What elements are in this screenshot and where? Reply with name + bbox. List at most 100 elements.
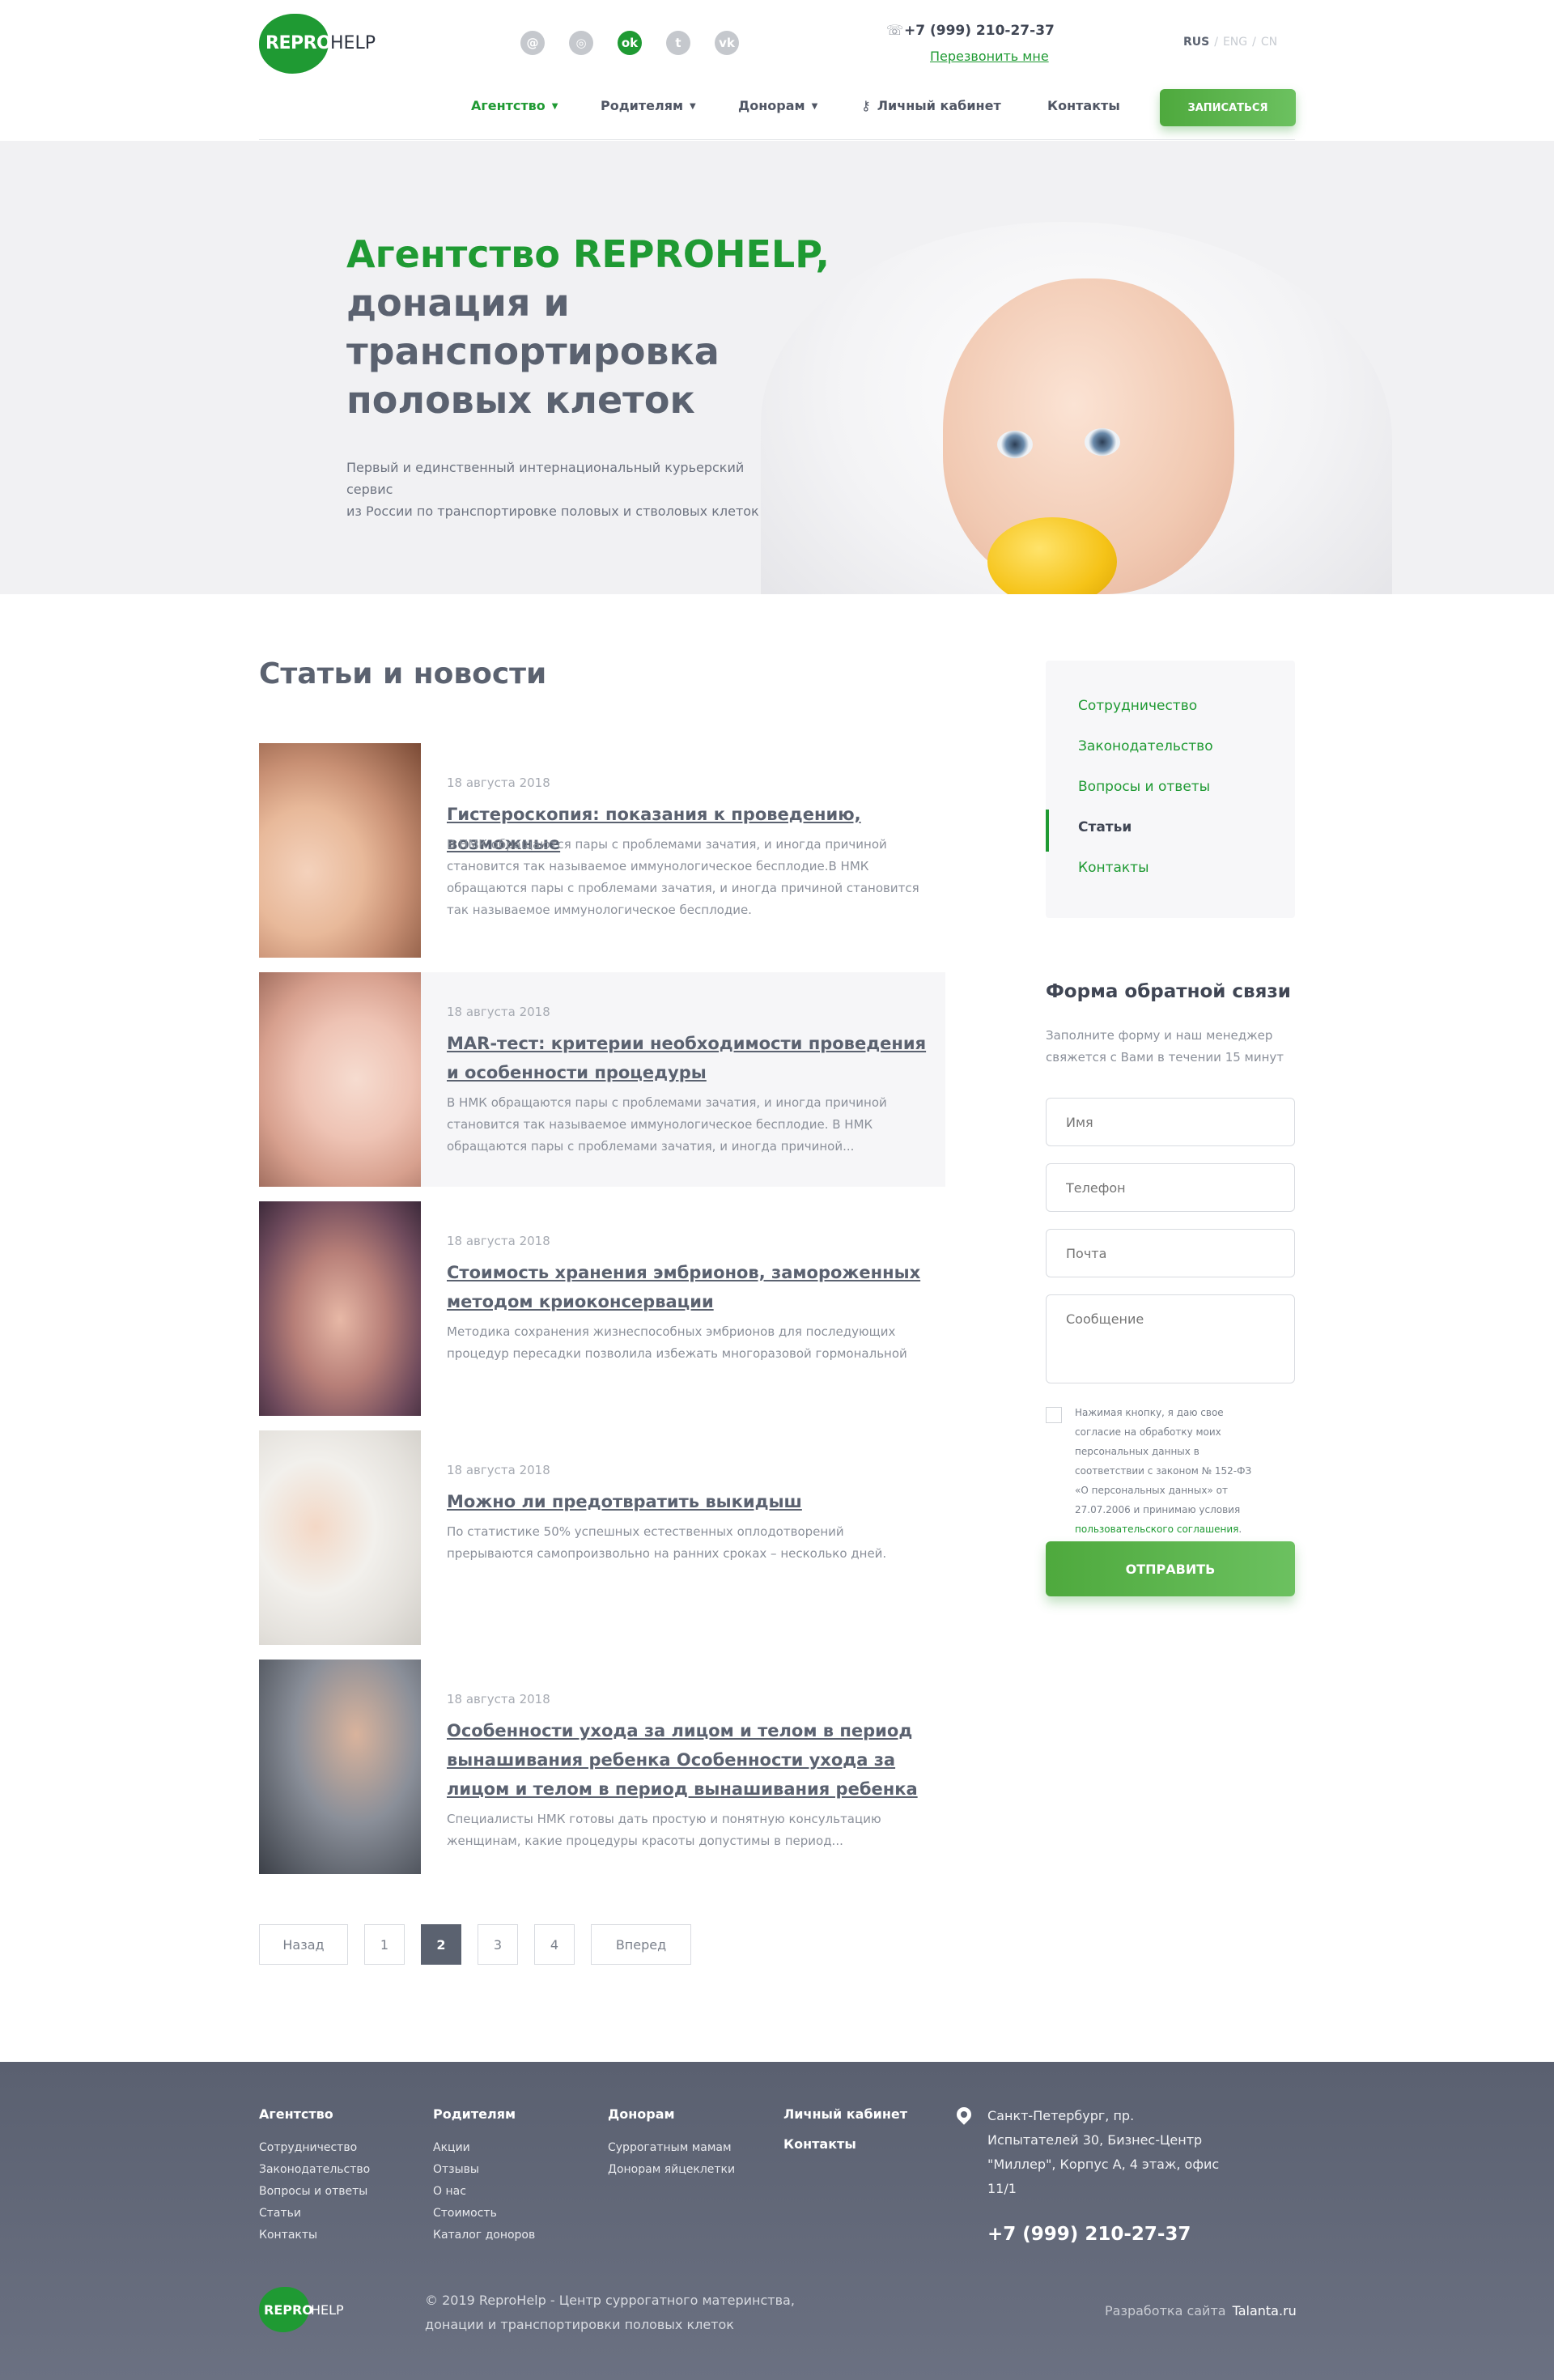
pagination-page-3[interactable]: 3 [478, 1924, 518, 1965]
chevron-down-icon: ▼ [690, 102, 696, 111]
footer-col-parents-title[interactable]: Родителям [433, 2106, 516, 2122]
hero-subtitle: Первый и единственный интернациональный … [346, 457, 783, 522]
sidebar-item-legislation[interactable]: Законодательство [1078, 738, 1213, 754]
lang-cn[interactable]: CN [1261, 36, 1277, 49]
sidebar-active-indicator [1046, 810, 1049, 852]
article-thumbnail[interactable] [259, 1660, 421, 1874]
footer-link[interactable]: Акции [433, 2141, 470, 2154]
article-title[interactable]: MAR-тест: критерии необходимости проведе… [447, 1029, 932, 1087]
footer-developer: Разработка сайта Talanta.ru [1105, 2303, 1297, 2318]
footer-link[interactable]: Вопросы и ответы [259, 2185, 367, 2198]
footer-link[interactable]: Отзывы [433, 2163, 479, 2176]
article-card[interactable]: 18 августа 2018 Особенности ухода за лиц… [259, 1660, 945, 1874]
article-excerpt: В НМК обращаются пары с проблемами зачат… [447, 837, 919, 917]
developer-label: Разработка сайта [1105, 2303, 1226, 2318]
footer-link[interactable]: Суррогатным мамам [608, 2141, 732, 2154]
footer-link[interactable]: Контакты [259, 2229, 317, 2242]
article-date: 18 августа 2018 [447, 776, 550, 790]
lang-rus[interactable]: RUS [1183, 36, 1209, 49]
user-agreement-link[interactable]: пользовательского соглашения [1075, 1524, 1238, 1535]
footer-link[interactable]: Статьи [259, 2207, 301, 2220]
odnoklassniki-icon[interactable]: ok [618, 31, 642, 55]
phone-icon: ☏ [886, 23, 904, 39]
logo-help-text: HELP [330, 33, 376, 53]
footer-link[interactable]: Законодательство [259, 2163, 370, 2176]
consent-text: Нажимая кнопку, я даю свое согласие на о… [1075, 1403, 1266, 1539]
pagination-page-4[interactable]: 4 [534, 1924, 575, 1965]
pagination-next[interactable]: Вперед [591, 1924, 691, 1965]
article-thumbnail[interactable] [259, 1201, 421, 1416]
chevron-down-icon: ▼ [551, 102, 558, 111]
consent-checkbox[interactable] [1046, 1407, 1062, 1423]
phone-field[interactable] [1046, 1163, 1295, 1212]
article-title[interactable]: Стоимость хранения эмбрионов, замороженн… [447, 1258, 932, 1316]
site-logo[interactable]: REPRO HELP [259, 14, 380, 74]
nav-contacts[interactable]: Контакты [1047, 98, 1120, 113]
lang-eng[interactable]: ENG [1223, 36, 1247, 49]
footer-col-agency-title[interactable]: Агентство [259, 2106, 333, 2122]
article-date: 18 августа 2018 [447, 1692, 550, 1706]
pagination-page-2[interactable]: 2 [421, 1924, 461, 1965]
developer-link[interactable]: Talanta.ru [1233, 2303, 1297, 2318]
article-card[interactable]: 18 августа 2018 Стоимость хранения эмбри… [259, 1201, 945, 1416]
footer-link[interactable]: О нас [433, 2185, 466, 2198]
article-thumbnail[interactable] [259, 972, 421, 1187]
article-card[interactable]: 18 августа 2018 Можно ли предотвратить в… [259, 1430, 945, 1645]
pagination-page-1[interactable]: 1 [364, 1924, 405, 1965]
footer-col-donors-title[interactable]: Донорам [608, 2106, 675, 2122]
callback-link[interactable]: Перезвонить мне [930, 49, 1049, 64]
sidebar-menu: Сотрудничество Законодательство Вопросы … [1046, 661, 1295, 918]
consent-text-body: Нажимая кнопку, я даю свое согласие на о… [1075, 1407, 1252, 1515]
footer-link[interactable]: Сотрудничество [259, 2141, 357, 2154]
hero-subtitle-line: из России по транспортировке половых и с… [346, 504, 759, 519]
hero-subtitle-line: Первый и единственный интернациональный … [346, 460, 745, 497]
footer-link[interactable]: Донорам яйцеклетки [608, 2163, 735, 2176]
at-icon[interactable]: @ [520, 31, 545, 55]
nav-parents[interactable]: Родителям ▼ [601, 98, 696, 113]
message-field[interactable] [1046, 1294, 1295, 1383]
article-thumbnail[interactable] [259, 743, 421, 958]
sidebar-item-contacts[interactable]: Контакты [1078, 860, 1149, 876]
nav-donors[interactable]: Донорам ▼ [738, 98, 817, 113]
footer-phone[interactable]: +7 (999) 210-27-37 [987, 2224, 1191, 2245]
article-thumbnail[interactable] [259, 1430, 421, 1645]
footer-contacts-link[interactable]: Контакты [783, 2136, 856, 2152]
nav-account[interactable]: ⚷ Личный кабинет [861, 98, 1001, 113]
hero-title-green: Агентство REPROHELP, [346, 232, 830, 276]
sidebar-item-faq[interactable]: Вопросы и ответы [1078, 779, 1210, 795]
header-phone[interactable]: ☏+7 (999) 210-27-37 [886, 23, 1055, 39]
instagram-icon[interactable]: ◎ [569, 31, 593, 55]
email-field[interactable] [1046, 1229, 1295, 1277]
header-divider [259, 139, 1295, 140]
article-card[interactable]: 18 августа 2018 Гистероскопия: показания… [259, 743, 945, 958]
name-field[interactable] [1046, 1098, 1295, 1146]
twitter-icon[interactable]: t [666, 31, 690, 55]
article-excerpt: Специалисты НМК готовы дать простую и по… [447, 1812, 881, 1848]
page-title: Статьи и новости [259, 657, 547, 691]
vk-icon[interactable]: vk [715, 31, 739, 55]
footer-address: Санкт-Петербург, пр. Испытателей 30, Биз… [987, 2108, 1220, 2196]
article-excerpt: По статистике 50% успешных естественных … [447, 1524, 887, 1561]
submit-button[interactable]: ОТПРАВИТЬ [1046, 1541, 1295, 1596]
key-icon: ⚷ [861, 98, 871, 113]
nav-donors-label: Донорам [738, 98, 805, 113]
article-excerpt: Методика сохранения жизнеспособных эмбри… [447, 1324, 907, 1361]
nav-agency[interactable]: Агентство ▼ [471, 98, 558, 113]
footer-link[interactable]: Каталог доноров [433, 2229, 535, 2242]
footer-account-link[interactable]: Личный кабинет [783, 2106, 907, 2122]
sidebar-item-articles[interactable]: Статьи [1078, 819, 1132, 835]
footer-link[interactable]: Стоимость [433, 2207, 497, 2220]
article-title[interactable]: Особенности ухода за лицом и телом в пер… [447, 1716, 932, 1804]
lang-separator: / [1214, 36, 1218, 49]
signup-button[interactable]: ЗАПИСАТЬСЯ [1160, 89, 1296, 126]
article-title[interactable]: Можно ли предотвратить выкидыш [447, 1487, 932, 1516]
hero-banner: Агентство REPROHELP, донация и транспорт… [0, 141, 1554, 594]
consent-text-end: . [1238, 1524, 1242, 1535]
article-date: 18 августа 2018 [447, 1234, 550, 1248]
feedback-form-title: Форма обратной связи [1046, 981, 1291, 1002]
sidebar-item-cooperation[interactable]: Сотрудничество [1078, 698, 1197, 714]
pagination-prev[interactable]: Назад [259, 1924, 348, 1965]
article-card[interactable]: 18 августа 2018 MAR-тест: критерии необх… [259, 972, 945, 1187]
hero-title-line: донация и [346, 281, 570, 325]
footer-logo[interactable]: REPRO HELP [259, 2287, 348, 2332]
